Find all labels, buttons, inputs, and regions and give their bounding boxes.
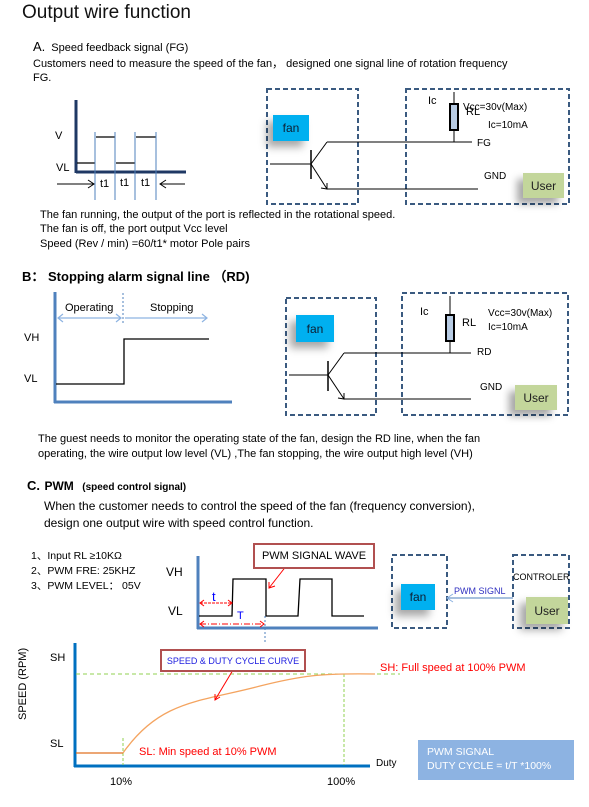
curve-callout: SPEED & DUTY CYCLE CURVE: [160, 649, 306, 672]
rd-ic-label: Ic: [420, 306, 429, 318]
fg-ic-value: Ic=10mA: [488, 120, 528, 131]
rd-rl-label: RL: [462, 317, 477, 329]
curve-tick-100: 100%: [327, 776, 356, 788]
section-c-heading: C. PWM (speed control signal): [27, 477, 186, 495]
rd-phase-stopping: Stopping: [150, 302, 194, 314]
rd-vcc-label: Vcc=30v(Max): [488, 308, 553, 319]
rd-phase-operating: Operating: [65, 302, 114, 314]
pwm-signal-label: PWM SIGNL: [454, 586, 506, 596]
fg-transistor-emitter: [310, 163, 328, 190]
section-c-intro: When the customer needs to control the s…: [44, 499, 475, 513]
rd-user-box: User: [515, 385, 557, 410]
rd-transistor-collector: [327, 352, 345, 376]
fg-label-v: V: [55, 130, 63, 142]
section-b-heading: B： Stopping alarm signal line （RD): [22, 269, 250, 284]
fg-fan-boundary: [266, 88, 359, 205]
fg-resistor-rl: [449, 103, 459, 131]
rd-transistor-emitter: [327, 374, 345, 400]
fg-vcc-label: Vcc=30v(Max): [463, 102, 528, 113]
curve-ylabel: SPEED (RPM): [17, 647, 29, 720]
rd-label-vl: VL: [24, 373, 38, 385]
pwm-wave-callout: PWM SIGNAL WAVE: [253, 543, 375, 569]
section-c-letter: C.: [27, 478, 40, 493]
pwm-spec: 3、PWM LEVEL： 05V: [31, 580, 141, 592]
pwm-controller-label: CONTROLER: [513, 572, 570, 582]
rd-signal-label: RD: [477, 347, 492, 358]
section-b-note: The guest needs to monitor the operating…: [38, 433, 481, 445]
speed-curve: [122, 673, 376, 754]
section-c-subtitle: (speed control signal): [82, 482, 187, 493]
fg-period-label: t1: [120, 177, 130, 189]
curve-tick-10: 10%: [110, 776, 133, 788]
section-a-note: Speed (Rev / min) =60/t1* motor Pole pai…: [40, 238, 251, 250]
fg-ic-label: Ic: [428, 95, 437, 107]
pwm-spec: 2、PWM FRE: 25KHZ: [31, 565, 136, 577]
fg-gnd-label: GND: [484, 171, 507, 182]
formula-line2: DUTY CYCLE = t/T *100%: [427, 760, 552, 772]
pwm-user-box: User: [526, 597, 568, 624]
rd-wave: [56, 338, 209, 385]
fg-period-label: t1: [100, 178, 110, 190]
pwm-label-T: T: [237, 610, 244, 622]
section-b-note: operating, the wire output low level (VL…: [38, 448, 473, 460]
section-c-title: PWM: [44, 479, 74, 493]
rd-resistor-rl: [445, 314, 455, 342]
formula-line1: PWM SIGNAL: [427, 746, 495, 758]
section-a-note: The fan running, the output of the port …: [40, 209, 396, 221]
fg-fan-box: fan: [273, 115, 309, 141]
duty-cycle-formula-box: PWM SIGNAL DUTY CYCLE = t/T *100%: [418, 740, 574, 780]
rd-fan-box: fan: [296, 315, 334, 342]
rd-gnd-label: GND: [480, 382, 503, 393]
rd-label-vh: VH: [24, 332, 40, 344]
pwm-label-t: t: [212, 589, 216, 604]
curve-label-sl: SL: [50, 738, 64, 750]
pwm-wave: [199, 578, 364, 617]
curve-label-sh: SH: [50, 652, 66, 664]
curve-annotation-sh: SH: Full speed at 100% PWM: [380, 662, 526, 674]
pwm-fan-box: fan: [401, 584, 435, 610]
pwm-label-vh: VH: [166, 565, 183, 579]
fg-user-box: User: [523, 173, 564, 198]
rd-ic-value: Ic=10mA: [488, 322, 528, 333]
pwm-spec: 1、Input RL ≥10KΩ: [31, 550, 122, 562]
fg-transistor-collector: [310, 141, 328, 165]
fg-period-label: t1: [141, 177, 151, 189]
section-a-note: The fan is off, the port output Vcc leve…: [40, 223, 228, 235]
fg-signal-label: FG: [477, 138, 491, 149]
pwm-label-vl: VL: [168, 604, 183, 618]
curve-xlabel: Duty: [376, 758, 397, 769]
section-c-intro: design one output wire with speed contro…: [44, 516, 314, 530]
fg-label-vl: VL: [56, 162, 70, 174]
curve-annotation-sl: SL: Min speed at 10% PWM: [139, 746, 277, 758]
